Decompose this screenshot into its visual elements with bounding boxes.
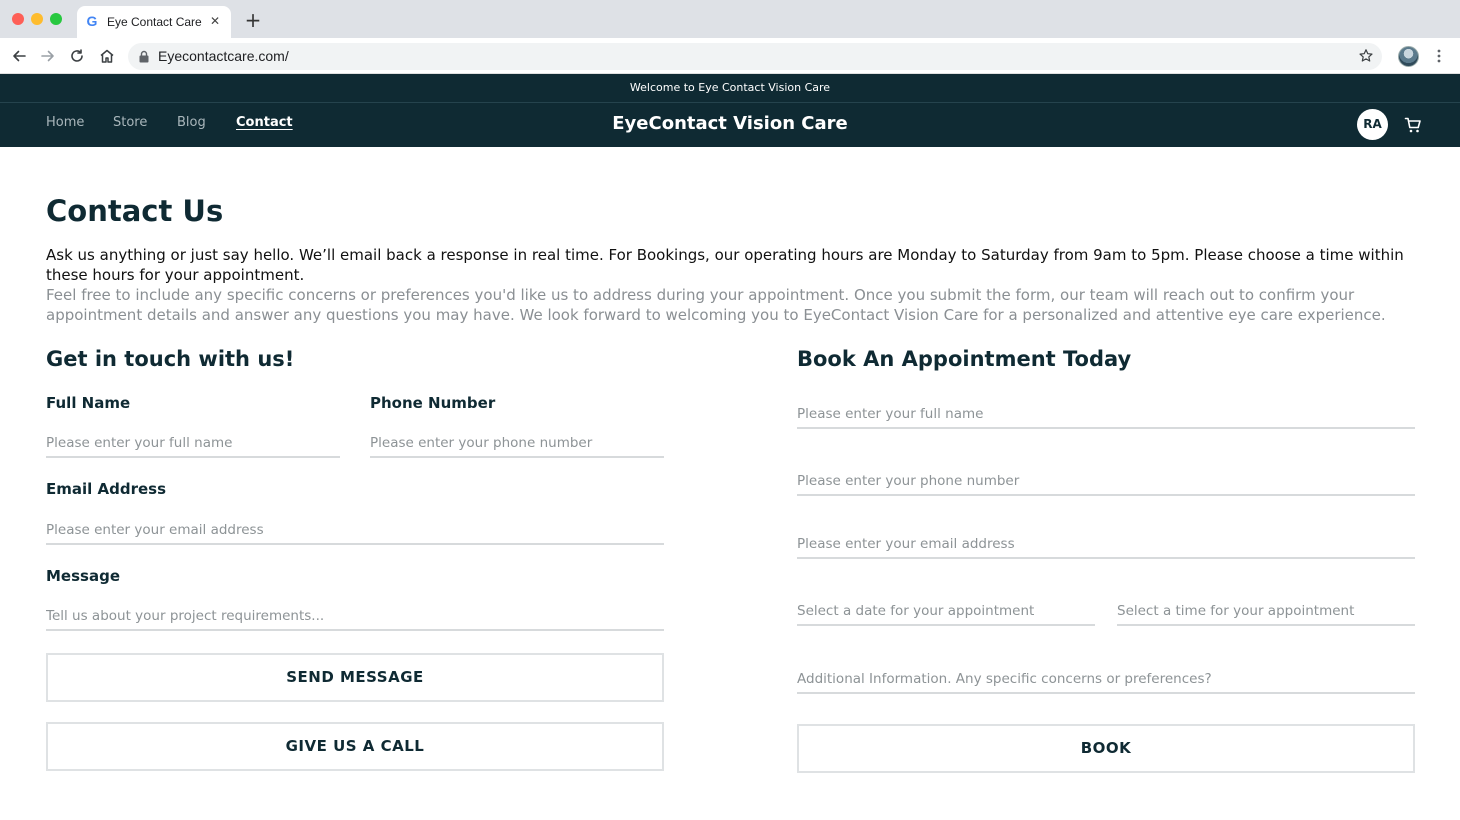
booking-phone-input[interactable] xyxy=(797,468,1415,496)
site-navigation: Home Store Blog Contact EyeContact Visio… xyxy=(0,103,1460,147)
send-message-button[interactable]: SEND MESSAGE xyxy=(46,653,664,702)
nav-link-contact[interactable]: Contact xyxy=(236,115,293,130)
brand-title[interactable]: EyeContact Vision Care xyxy=(612,113,847,134)
intro-subtext: Feel free to include any specific concer… xyxy=(46,286,1386,324)
booking-name-input[interactable] xyxy=(797,401,1415,429)
phone-number-input[interactable] xyxy=(370,430,664,458)
reload-icon[interactable] xyxy=(68,47,86,65)
email-address-label: Email Address xyxy=(46,480,167,498)
tab-title: Eye Contact Care xyxy=(107,15,202,29)
message-input[interactable] xyxy=(46,603,664,631)
kebab-menu-icon[interactable] xyxy=(1433,48,1445,64)
google-favicon-icon: G xyxy=(86,13,98,29)
email-address-input[interactable] xyxy=(46,517,664,545)
close-icon[interactable]: ✕ xyxy=(208,14,222,28)
message-label: Message xyxy=(46,567,120,585)
close-window-button[interactable] xyxy=(12,13,24,25)
additional-info-input[interactable] xyxy=(797,666,1415,694)
star-icon[interactable] xyxy=(1358,48,1374,64)
nav-link-home[interactable]: Home xyxy=(46,115,84,130)
plus-icon[interactable]: + xyxy=(244,10,262,30)
lock-icon xyxy=(139,50,149,63)
url-text: Eyecontactcare.com/ xyxy=(158,48,289,64)
give-us-a-call-button[interactable]: GIVE US A CALL xyxy=(46,722,664,771)
announcement-bar: Welcome to Eye Contact Vision Care xyxy=(0,74,1460,103)
browser-profile-avatar[interactable] xyxy=(1398,46,1419,67)
browser-tab[interactable]: G Eye Contact Care ✕ xyxy=(77,6,231,38)
cart-icon[interactable] xyxy=(1404,116,1422,134)
page-title: Contact Us xyxy=(46,194,224,228)
book-button[interactable]: BOOK xyxy=(797,724,1415,773)
user-avatar[interactable]: RA xyxy=(1357,109,1388,140)
intro-text: Ask us anything or just say hello. We’ll… xyxy=(46,246,1404,284)
nav-link-blog[interactable]: Blog xyxy=(177,115,206,130)
announcement-text: Welcome to Eye Contact Vision Care xyxy=(629,81,831,94)
appointment-time-input[interactable] xyxy=(1117,598,1415,626)
appointment-date-input[interactable] xyxy=(797,598,1095,626)
minimize-window-button[interactable] xyxy=(31,13,43,25)
booking-email-input[interactable] xyxy=(797,531,1415,559)
brand-title-wrap: EyeContact Vision Care xyxy=(0,113,1460,134)
full-name-input[interactable] xyxy=(46,430,340,458)
browser-toolbar: Eyecontactcare.com/ xyxy=(0,38,1460,74)
contact-form-title: Get in touch with us! xyxy=(46,347,295,371)
maximize-window-button[interactable] xyxy=(50,13,62,25)
address-bar[interactable]: Eyecontactcare.com/ xyxy=(128,43,1382,70)
browser-tab-strip: G Eye Contact Care ✕ + xyxy=(0,0,1460,38)
full-name-label: Full Name xyxy=(46,394,131,412)
phone-number-label: Phone Number xyxy=(370,394,496,412)
booking-form-title: Book An Appointment Today xyxy=(797,347,1132,371)
back-icon[interactable] xyxy=(10,47,28,65)
home-icon[interactable] xyxy=(98,47,116,65)
nav-link-store[interactable]: Store xyxy=(113,115,147,130)
forward-icon[interactable] xyxy=(39,47,57,65)
